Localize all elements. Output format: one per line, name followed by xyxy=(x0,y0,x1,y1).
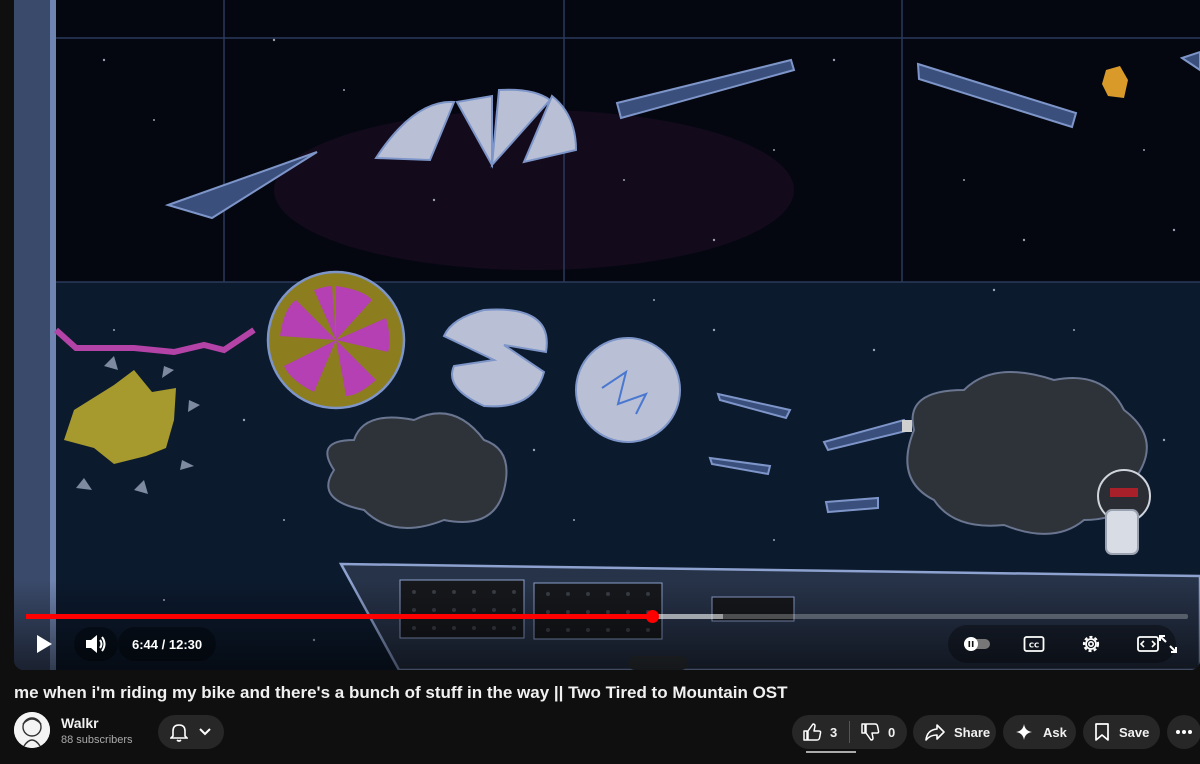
progress-bar[interactable] xyxy=(26,610,1188,623)
autoplay-toggle-icon xyxy=(963,637,990,651)
save-button[interactable]: Save xyxy=(1083,715,1160,749)
bookmark-icon xyxy=(1095,723,1109,741)
channel-info: Walkr 88 subscribers xyxy=(14,712,133,748)
avatar-icon xyxy=(14,712,50,748)
more-dots-icon xyxy=(1176,730,1192,734)
chevron-down-icon xyxy=(199,728,211,736)
channel-avatar[interactable] xyxy=(14,712,50,748)
autoplay-toggle[interactable] xyxy=(959,626,995,662)
ask-button[interactable]: Ask xyxy=(1003,715,1076,749)
ask-label: Ask xyxy=(1043,724,1067,740)
video-title: me when i'm riding my bike and there's a… xyxy=(14,683,788,702)
play-button[interactable] xyxy=(28,627,60,661)
like-dislike-group: 3 0 xyxy=(792,715,907,749)
video-player[interactable]: 6:44 / 12:30 CC xyxy=(14,0,1200,670)
time-display: 6:44 / 12:30 xyxy=(118,627,217,661)
channel-name[interactable]: Walkr xyxy=(61,715,133,731)
save-label: Save xyxy=(1119,724,1150,740)
volume-icon xyxy=(86,635,106,653)
dislike-count: 0 xyxy=(888,724,896,740)
play-icon xyxy=(37,635,52,653)
share-arrow-icon xyxy=(925,724,945,741)
current-time: 6:44 xyxy=(132,636,159,652)
right-controls: CC xyxy=(948,625,1176,663)
progress-played xyxy=(26,614,653,619)
captions-icon: CC xyxy=(1023,636,1044,652)
fullscreen-icon xyxy=(1159,635,1177,653)
like-button[interactable]: 3 xyxy=(792,715,849,749)
captions-button[interactable]: CC xyxy=(1016,626,1052,662)
settings-button[interactable] xyxy=(1073,626,1109,662)
more-actions-button[interactable] xyxy=(1167,715,1200,749)
volume-button[interactable] xyxy=(74,627,118,661)
fullscreen-button[interactable] xyxy=(1150,627,1186,661)
like-count: 3 xyxy=(830,724,838,740)
gear-icon xyxy=(1082,635,1099,653)
svg-text:CC: CC xyxy=(1028,642,1038,650)
bell-icon xyxy=(170,724,188,742)
dislike-button[interactable]: 0 xyxy=(850,715,895,749)
notifications-button[interactable] xyxy=(158,715,224,749)
share-label: Share xyxy=(954,724,991,740)
share-button[interactable]: Share xyxy=(913,715,996,749)
video-frame xyxy=(14,0,1200,670)
thumbs-up-icon xyxy=(803,723,822,741)
like-indicator xyxy=(806,751,856,753)
sparkle-icon xyxy=(1016,724,1032,740)
thumbs-down-icon xyxy=(861,723,880,741)
duration: 12:30 xyxy=(168,636,203,652)
subscriber-count: 88 subscribers xyxy=(61,733,133,746)
time-separator: / xyxy=(158,636,169,652)
